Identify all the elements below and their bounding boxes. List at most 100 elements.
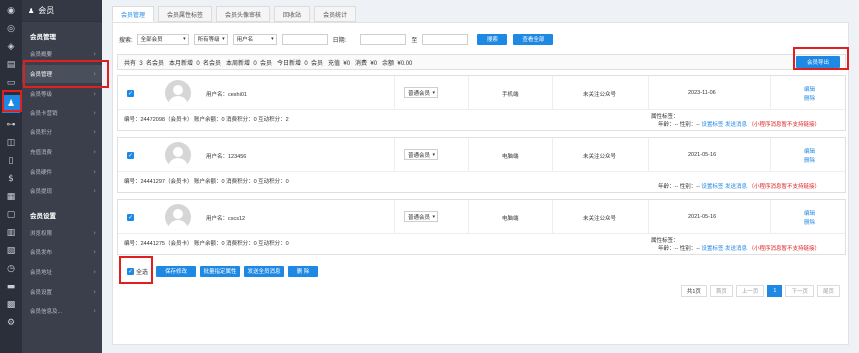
tab-avatar-review[interactable]: 会员头像审核 [216,6,271,22]
chevron-right-icon: › [93,148,96,156]
join-date: 2023-11-06 [688,90,716,96]
card-icon[interactable]: ▬ [4,280,18,294]
level-select[interactable]: 所有等级 ▾ [193,33,228,45]
menu-item-publish[interactable]: 会员发布 › [22,243,102,261]
menu-item-info[interactable]: 会员信息及... › [22,302,102,320]
date-end-input[interactable] [422,33,469,45]
clipboard-icon[interactable]: ▤ [4,58,18,72]
view-all-button[interactable]: 查看全部 [513,33,554,45]
member-checkbox[interactable]: ✓ [127,152,134,159]
menu-item-recharge[interactable]: 充值消费 › [22,143,102,161]
send-message-link[interactable]: 发送消息 [725,184,747,190]
clock-icon[interactable]: ◷ [4,262,18,276]
chevron-right-icon: › [93,288,96,296]
dollar-icon[interactable]: $ [4,172,18,186]
menu-item-withdraw[interactable]: 会员提现 › [22,182,102,200]
cube-icon[interactable]: ◈ [4,40,18,54]
delete-link[interactable]: 删除 [804,218,815,226]
export-button[interactable]: 会员导出 [796,56,840,68]
member-checkbox[interactable]: ✓ [127,214,134,221]
edit-link[interactable]: 编辑 [804,209,815,217]
search-button[interactable]: 搜索 [477,33,508,45]
member-actions: 年龄：-- 性别：-- 设置标签 发送消息 （小程序消息暂不支持链接） [658,122,820,128]
tab-recycle-bin[interactable]: 回收站 [274,6,311,22]
message-note: （小程序消息暂不支持链接） [748,184,820,190]
menu-item-card-marketing[interactable]: 会员卡营销 › [22,104,102,122]
box-icon[interactable]: ▢ [4,208,18,222]
book-icon[interactable]: ▥ [4,226,18,240]
menu-item-member-management[interactable]: 会员管理 › [22,65,102,83]
caret-down-icon: ▾ [432,213,435,220]
set-tag-link[interactable]: 设置标签 [701,122,723,128]
join-date: 2021-05-16 [688,214,717,220]
date-to-label: 至 [411,37,418,44]
field-select[interactable]: 用户名 ▾ [232,33,277,45]
chevron-right-icon: › [93,268,96,276]
chart-icon[interactable]: ▧ [4,244,18,258]
batch-tag-button[interactable]: 批量指定属性 [200,265,241,277]
set-tag-link[interactable]: 设置标签 [701,246,723,252]
level-select[interactable]: 普通会员 ▾ [404,149,438,160]
checkbox-icon: ✓ [127,267,134,275]
delete-link[interactable]: 删除 [804,156,815,164]
date-start-input[interactable] [360,33,407,45]
bag-icon[interactable]: ◫ [4,136,18,150]
tab-bar: 会员管理 会员属性标签 会员头像审核 回收站 会员统计 [112,6,357,22]
delete-link[interactable]: 删除 [804,94,815,102]
edit-link[interactable]: 编辑 [804,147,815,155]
member-type-select[interactable]: 全部会员 ▾ [136,33,189,45]
main-content: 会员管理 会员属性标签 会员头像审核 回收站 会员统计 搜索: 全部会员 ▾ 所有… [102,0,859,353]
chevron-right-icon: › [93,90,96,98]
send-message-link[interactable]: 发送消息 [725,122,747,128]
delete-button[interactable]: 删 除 [288,265,319,277]
send-message-link[interactable]: 发送消息 [725,246,747,252]
search-label: 搜索: [119,37,133,44]
caret-down-icon: ▾ [222,36,225,42]
chevron-right-icon: › [93,70,96,78]
avatar [165,80,191,106]
bulk-actions: ✓ 全选 保存修改 批量指定属性 发送全员消息 删 除 [117,262,846,280]
menu-item-points[interactable]: 会员积分 › [22,123,102,141]
grid-icon[interactable]: ▦ [4,190,18,204]
menu-item-settings[interactable]: 会员设置 › [22,283,102,301]
device-type: 手机端 [502,92,519,98]
member-panel: 搜索: 全部会员 ▾ 所有等级 ▾ 用户名 ▾ 日期: 至 搜索 查看全部 共有 3 … [112,22,849,345]
user-icon[interactable]: ♟ [2,95,20,113]
member-row: ✓ 用户名：cscs12 普通会员 ▾ 电脑端 未关注公众号 2021-05-16… [118,200,845,234]
send-all-message-button[interactable]: 发送全员消息 [244,265,285,277]
org-chart-icon[interactable]: ⊶ [4,118,18,132]
file-icon[interactable]: ▯ [4,154,18,168]
member-checkbox[interactable]: ✓ [127,90,134,97]
username: 用户名：123456 [206,154,247,160]
menu-item-levels[interactable]: 会员等级 › [22,85,102,103]
attribute-tag-label: 属性标签： [651,238,679,244]
next-page-button[interactable]: 下一页 [785,285,814,297]
id-card-icon[interactable]: ▩ [4,298,18,312]
level-select[interactable]: 普通会员 ▾ [404,211,438,222]
menu-item-overview[interactable]: 会员概要 › [22,45,102,63]
gauge-icon[interactable]: ◉ [4,4,18,18]
wechat-status: 未关注公众号 [583,92,617,98]
menu-item-browse-permission[interactable]: 浏览权限 › [22,224,102,242]
doc-icon[interactable]: ▭ [4,76,18,90]
tab-member-management[interactable]: 会员管理 [112,6,155,22]
page-1-button[interactable]: 1 [767,285,783,297]
edit-link[interactable]: 编辑 [804,85,815,93]
select-all-checkbox[interactable]: ✓ 全选 [127,267,148,276]
chevron-right-icon: › [93,187,96,195]
tab-statistics[interactable]: 会员统计 [314,6,357,22]
chevron-right-icon: › [93,50,96,58]
menu-item-address[interactable]: 会员地址 › [22,263,102,281]
first-page-button[interactable]: 首页 [709,285,733,297]
level-select[interactable]: 普通会员 ▾ [404,87,438,98]
last-page-button[interactable]: 尾页 [816,285,840,297]
menu-item-hardware[interactable]: 会员硬件 › [22,163,102,181]
save-changes-button[interactable]: 保存修改 [156,265,197,277]
tab-member-tags[interactable]: 会员属性标签 [158,6,213,22]
keyword-input[interactable] [281,33,328,45]
compass-icon[interactable]: ◎ [4,22,18,36]
prev-page-button[interactable]: 上一页 [735,285,765,297]
wechat-status: 未关注公众号 [583,216,617,222]
gear-icon[interactable]: ⚙ [4,316,18,330]
set-tag-link[interactable]: 设置标签 [701,184,723,190]
